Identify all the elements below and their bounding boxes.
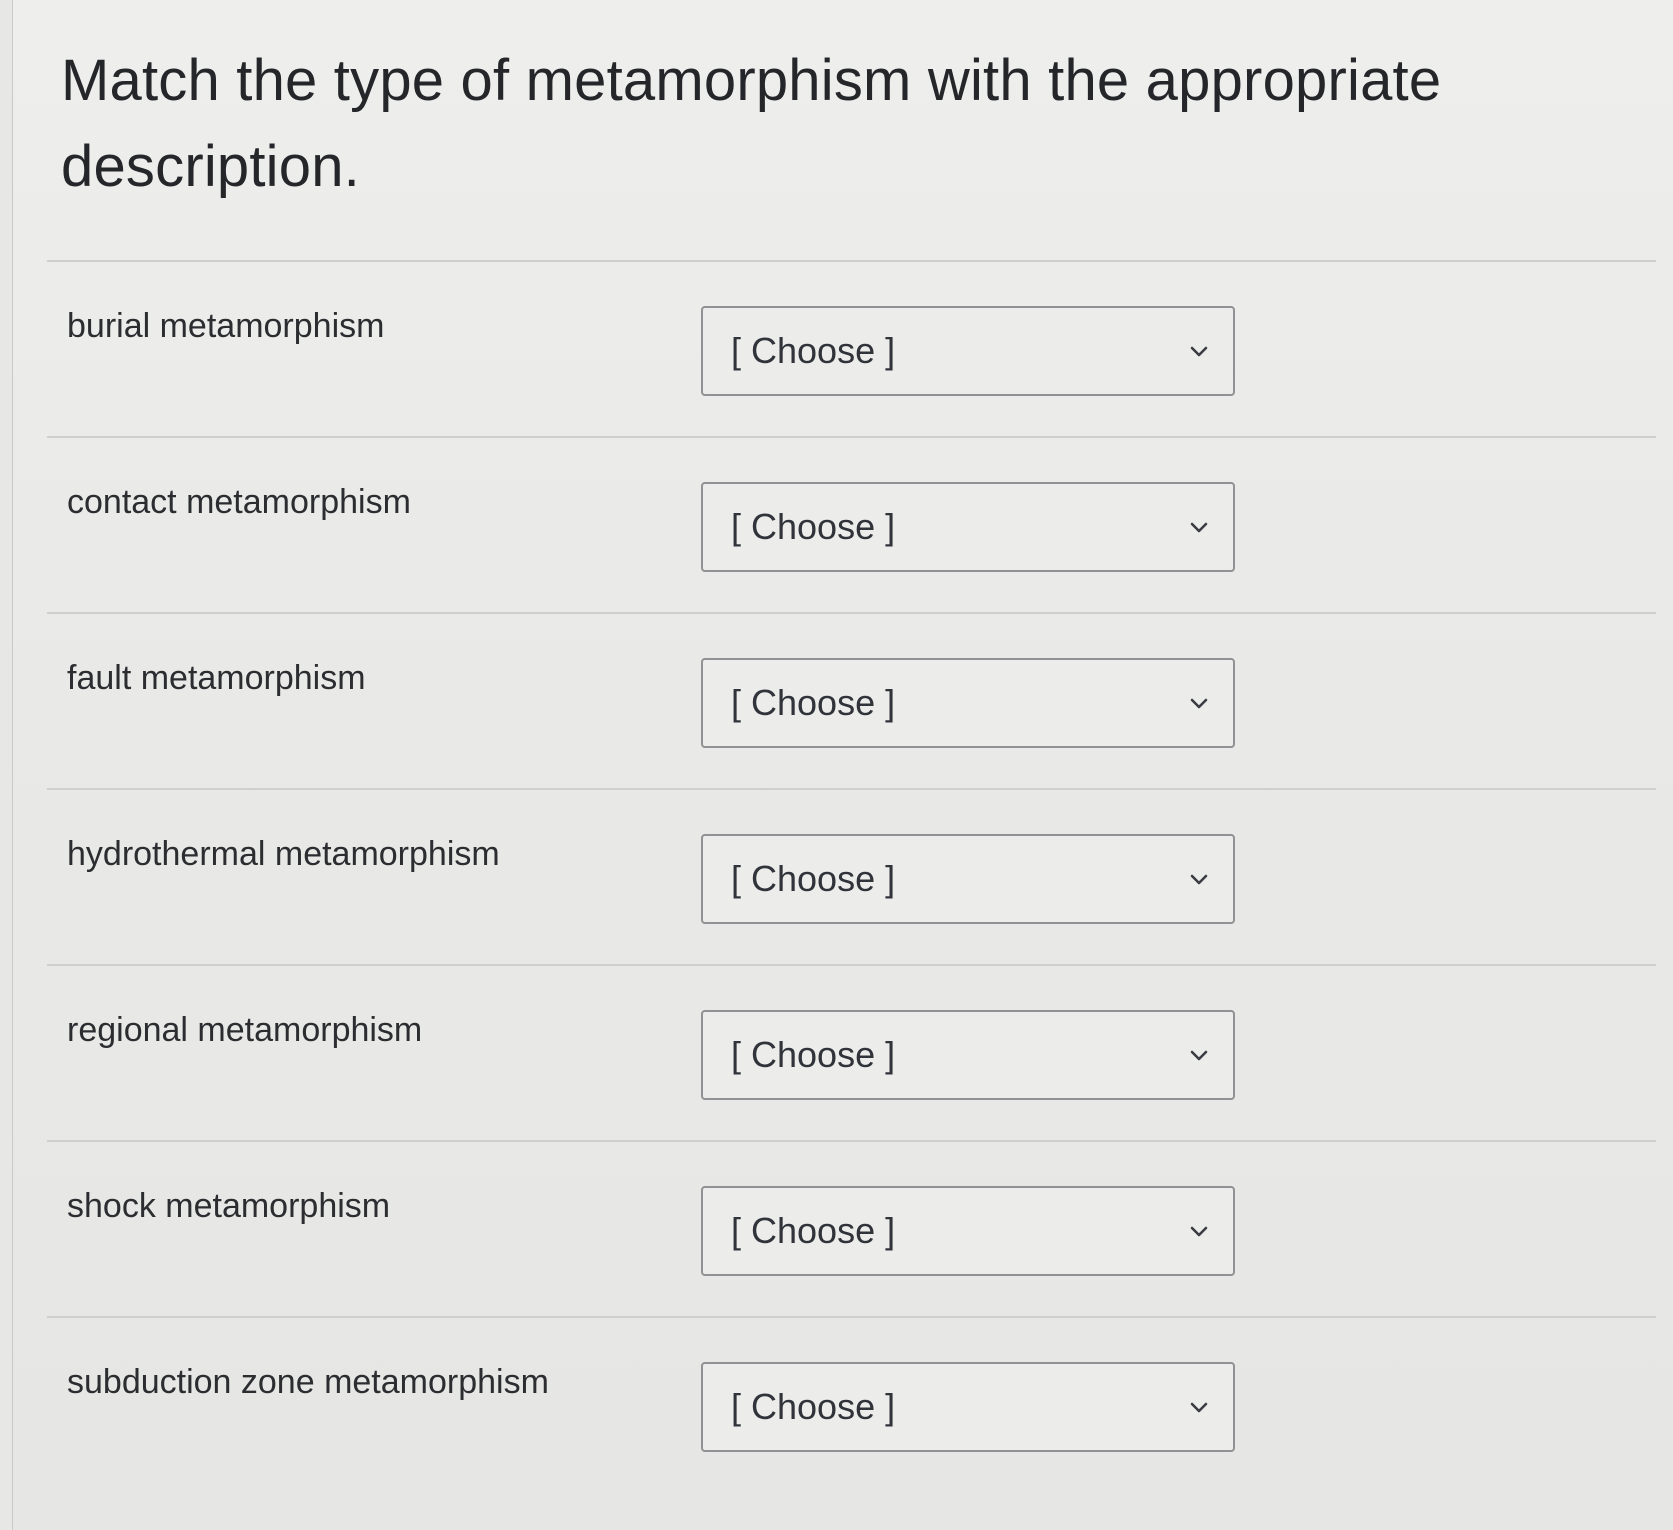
select-value: [ Choose ]: [731, 1210, 896, 1251]
answer-select[interactable]: [ Choose ]: [701, 834, 1235, 924]
answer-select[interactable]: [ Choose ]: [701, 658, 1235, 748]
select-value: [ Choose ]: [731, 1386, 896, 1427]
select-value: [ Choose ]: [731, 682, 896, 723]
matching-row: shock metamorphism [ Choose ]: [47, 1140, 1656, 1316]
term-label: regional metamorphism: [67, 1011, 423, 1049]
matching-row: hydrothermal metamorphism [ Choose ]: [47, 788, 1656, 964]
answer-select[interactable]: [ Choose ]: [701, 1186, 1235, 1276]
matching-row: burial metamorphism [ Choose ]: [47, 260, 1656, 436]
matching-row: contact metamorphism [ Choose ]: [47, 436, 1656, 612]
matching-row: fault metamorphism [ Choose ]: [47, 612, 1656, 788]
matching-list: burial metamorphism [ Choose ] contact m…: [13, 260, 1673, 1492]
term-label: hydrothermal metamorphism: [67, 835, 500, 873]
chevron-down-icon: [1190, 874, 1208, 885]
answer-select[interactable]: [ Choose ]: [701, 1010, 1235, 1100]
chevron-down-icon: [1190, 1050, 1208, 1061]
answer-select[interactable]: [ Choose ]: [701, 1362, 1235, 1452]
term-label: burial metamorphism: [67, 307, 385, 345]
answer-select[interactable]: [ Choose ]: [701, 482, 1235, 572]
question-title: Match the type of metamorphism with the …: [61, 48, 1442, 199]
matching-row: regional metamorphism [ Choose ]: [47, 964, 1656, 1140]
chevron-down-icon: [1190, 1402, 1208, 1413]
select-value: [ Choose ]: [731, 506, 896, 547]
term-label: shock metamorphism: [67, 1187, 391, 1225]
matching-row: subduction zone metamorphism [ Choose ]: [47, 1316, 1656, 1492]
matching-question: Match the type of metamorphism with the …: [12, 0, 1673, 1530]
chevron-down-icon: [1190, 346, 1208, 357]
term-label: subduction zone metamorphism: [67, 1363, 549, 1401]
chevron-down-icon: [1190, 698, 1208, 709]
term-label: contact metamorphism: [67, 483, 411, 521]
term-label: fault metamorphism: [67, 659, 366, 697]
select-value: [ Choose ]: [731, 1034, 896, 1075]
chevron-down-icon: [1190, 1226, 1208, 1237]
answer-select[interactable]: [ Choose ]: [701, 306, 1235, 396]
chevron-down-icon: [1190, 522, 1208, 533]
select-value: [ Choose ]: [731, 858, 896, 899]
select-value: [ Choose ]: [731, 330, 896, 371]
